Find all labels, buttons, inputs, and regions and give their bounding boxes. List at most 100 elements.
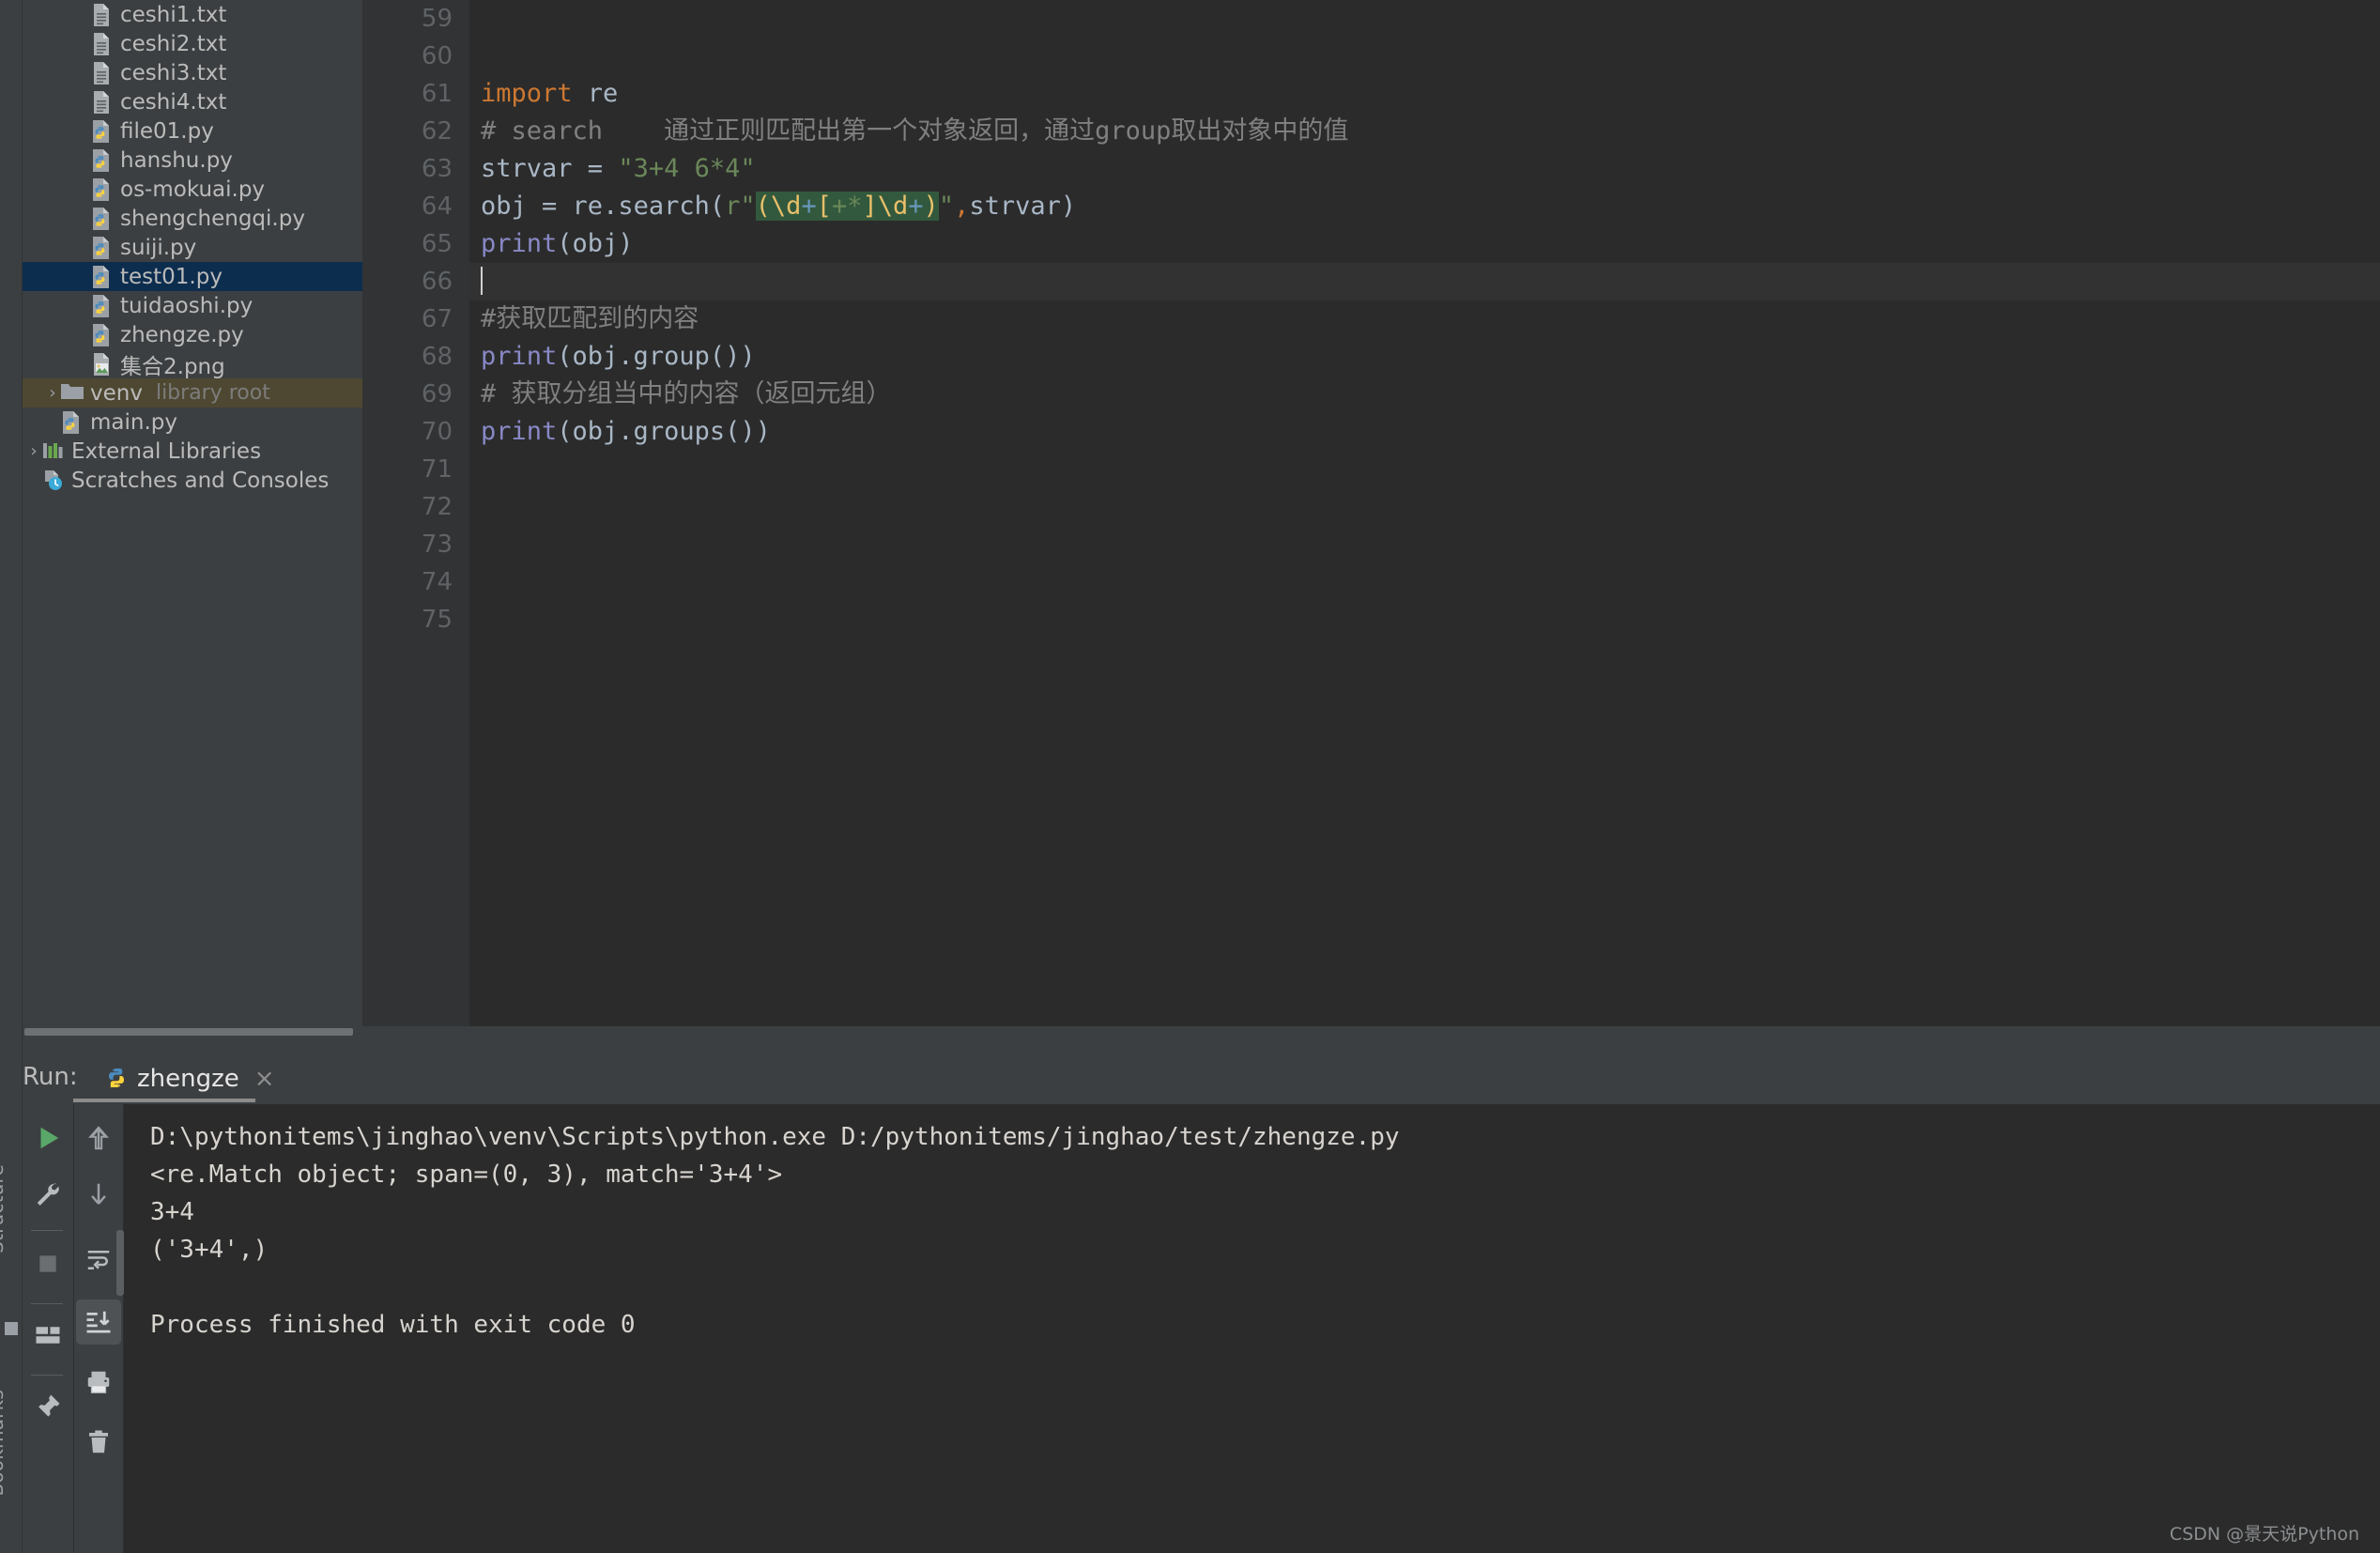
console-line: <re.Match object; span=(0, 3), match='3+…	[150, 1161, 783, 1189]
arrow-down-icon[interactable]	[76, 1172, 121, 1217]
tree-item--2-png[interactable]: 集合2.png	[23, 349, 362, 379]
tree-item-ceshi2-txt[interactable]: ceshi2.txt	[23, 29, 362, 58]
code-line[interactable]: 75	[362, 601, 2380, 638]
tree-item-label: shengchengqi.py	[120, 206, 305, 231]
code-token: (	[709, 192, 726, 221]
line-number: 71	[421, 455, 453, 484]
scrollbar-thumb[interactable]	[24, 1028, 353, 1036]
line-number: 75	[421, 606, 453, 634]
scroll-to-end-button[interactable]	[76, 1299, 121, 1345]
tree-item-external-libraries[interactable]: › External Libraries	[23, 437, 362, 466]
code-token: strvar	[969, 192, 1061, 221]
tree-item-label: 集合2.png	[120, 354, 225, 379]
tree-item-hanshu-py[interactable]: hanshu.py	[23, 146, 362, 175]
regex-token: +	[831, 192, 848, 221]
tree-item-tuidaoshi-py[interactable]: tuidaoshi.py	[23, 291, 362, 320]
code-line-text: strvar = "3+4 6*4"	[481, 150, 756, 188]
toolbar-separator	[31, 1303, 63, 1304]
code-token: print	[481, 417, 558, 446]
text-file-icon	[90, 61, 113, 85]
tree-item-label: ceshi4.txt	[120, 89, 227, 115]
line-number: 60	[421, 42, 453, 70]
tree-item-os-mokuai-py[interactable]: os-mokuai.py	[23, 175, 362, 204]
code-token: strvar	[481, 154, 588, 183]
tree-item-sublabel: library root	[155, 381, 270, 405]
rerun-button[interactable]	[25, 1115, 70, 1161]
code-token: "3+4 6*4"	[618, 154, 756, 183]
code-line[interactable]: 72	[362, 488, 2380, 526]
console-line: D:\pythonitems\jinghao\venv\Scripts\pyth…	[150, 1123, 1400, 1151]
regex-token: ]	[862, 192, 878, 221]
python-file-icon	[90, 207, 113, 231]
trash-icon[interactable]	[76, 1420, 121, 1465]
project-tree-horizontal-scrollbar[interactable]	[23, 1026, 362, 1036]
code-line[interactable]: 74	[362, 563, 2380, 601]
code-line[interactable]: 70 print(obj.groups())	[362, 413, 2380, 451]
pycharm-window: Structure Bookmarks ceshi1.txt ceshi2.txt…	[0, 0, 2380, 1553]
tree-item-ceshi4-txt[interactable]: ceshi4.txt	[23, 87, 362, 116]
code-line-text: print(obj)	[481, 225, 634, 263]
code-token: # 获取分组当中的内容（返回元组）	[481, 379, 892, 408]
project-tree-panel[interactable]: ceshi1.txt ceshi2.txt ceshi3.txt ceshi4.txt…	[23, 0, 362, 1026]
line-number: 61	[421, 80, 453, 108]
printer-icon[interactable]	[76, 1360, 121, 1405]
code-token: (obj)	[557, 229, 634, 258]
tree-item-label: file01.py	[120, 118, 214, 144]
code-token: r"	[725, 192, 756, 221]
python-file-icon	[90, 119, 113, 144]
console-scrollbar-thumb[interactable]	[116, 1230, 124, 1296]
code-line-text: import re	[481, 75, 618, 113]
tree-item-test01-py[interactable]: test01.py	[23, 262, 362, 291]
code-line-text: # 获取分组当中的内容（返回元组）	[481, 376, 892, 413]
code-editor[interactable]: 59 60 61 import re 62 # search 通过正则匹配出第一个对象返回…	[362, 0, 2380, 1026]
stop-button[interactable]	[25, 1241, 70, 1286]
regex-pattern-highlight: (\d+[+*]\d+)	[755, 192, 939, 221]
run-tab-zhengze[interactable]: zhengze ×	[96, 1055, 284, 1102]
tree-item-suiji-py[interactable]: suiji.py	[23, 233, 362, 262]
python-file-icon	[90, 148, 113, 173]
code-line[interactable]: 59	[362, 0, 2380, 38]
code-line[interactable]: 63 strvar = "3+4 6*4"	[362, 150, 2380, 188]
tree-item-file01-py[interactable]: file01.py	[23, 116, 362, 146]
tree-item-main-py[interactable]: main.py	[23, 407, 362, 437]
code-line[interactable]: 62 # search 通过正则匹配出第一个对象返回，通过group取出对象中的值	[362, 113, 2380, 150]
line-number: 70	[421, 418, 453, 446]
run-console-output[interactable]: D:\pythonitems\jinghao\venv\Scripts\pyth…	[124, 1104, 2380, 1553]
text-file-icon	[90, 32, 113, 56]
arrow-up-icon[interactable]	[76, 1115, 121, 1161]
python-file-icon	[90, 265, 113, 289]
line-number: 62	[421, 117, 453, 146]
code-line[interactable]: 64 obj = re.search(r"(\d+[+*]\d+)",strvar…	[362, 188, 2380, 225]
code-line[interactable]: 67 #获取匹配到的内容	[362, 300, 2380, 338]
code-line[interactable]: 61 import re	[362, 75, 2380, 113]
code-line[interactable]: 73	[362, 526, 2380, 563]
settings-button[interactable]	[25, 1172, 70, 1217]
run-toolbar-secondary	[74, 1104, 124, 1553]
tree-item-label: External Libraries	[71, 438, 262, 464]
code-token: "	[938, 192, 955, 221]
code-line[interactable]: 68 print(obj.group())	[362, 338, 2380, 376]
tree-item-ceshi3-txt[interactable]: ceshi3.txt	[23, 58, 362, 87]
pin-tab-button[interactable]	[25, 1384, 70, 1429]
tree-item-label: hanshu.py	[120, 147, 233, 173]
left-tool-strip: Structure Bookmarks	[0, 0, 23, 1553]
close-icon[interactable]: ×	[254, 1067, 275, 1091]
code-line[interactable]: 71	[362, 451, 2380, 488]
chevron-right-icon[interactable]: ›	[26, 442, 41, 460]
text-file-icon	[90, 90, 113, 115]
tree-item-ceshi1-txt[interactable]: ceshi1.txt	[23, 0, 362, 29]
code-line[interactable]: 65 print(obj)	[362, 225, 2380, 263]
soft-wrap-icon[interactable]	[76, 1238, 121, 1283]
python-file-icon	[90, 294, 113, 318]
tree-item-zhengze-py[interactable]: zhengze.py	[23, 320, 362, 349]
chevron-right-icon[interactable]: ›	[45, 384, 60, 402]
tree-item-scratches-and-consoles[interactable]: Scratches and Consoles	[23, 466, 362, 495]
code-line[interactable]: 60	[362, 38, 2380, 75]
tree-item-shengchengqi-py[interactable]: shengchengqi.py	[23, 204, 362, 233]
project-tree-list: ceshi1.txt ceshi2.txt ceshi3.txt ceshi4.txt…	[23, 0, 362, 495]
code-line[interactable]: 66	[362, 263, 2380, 300]
code-token: re	[587, 79, 619, 108]
code-line[interactable]: 69 # 获取分组当中的内容（返回元组）	[362, 376, 2380, 413]
tree-item-venv[interactable]: › venv library root	[23, 378, 362, 407]
layout-button[interactable]	[25, 1313, 70, 1358]
